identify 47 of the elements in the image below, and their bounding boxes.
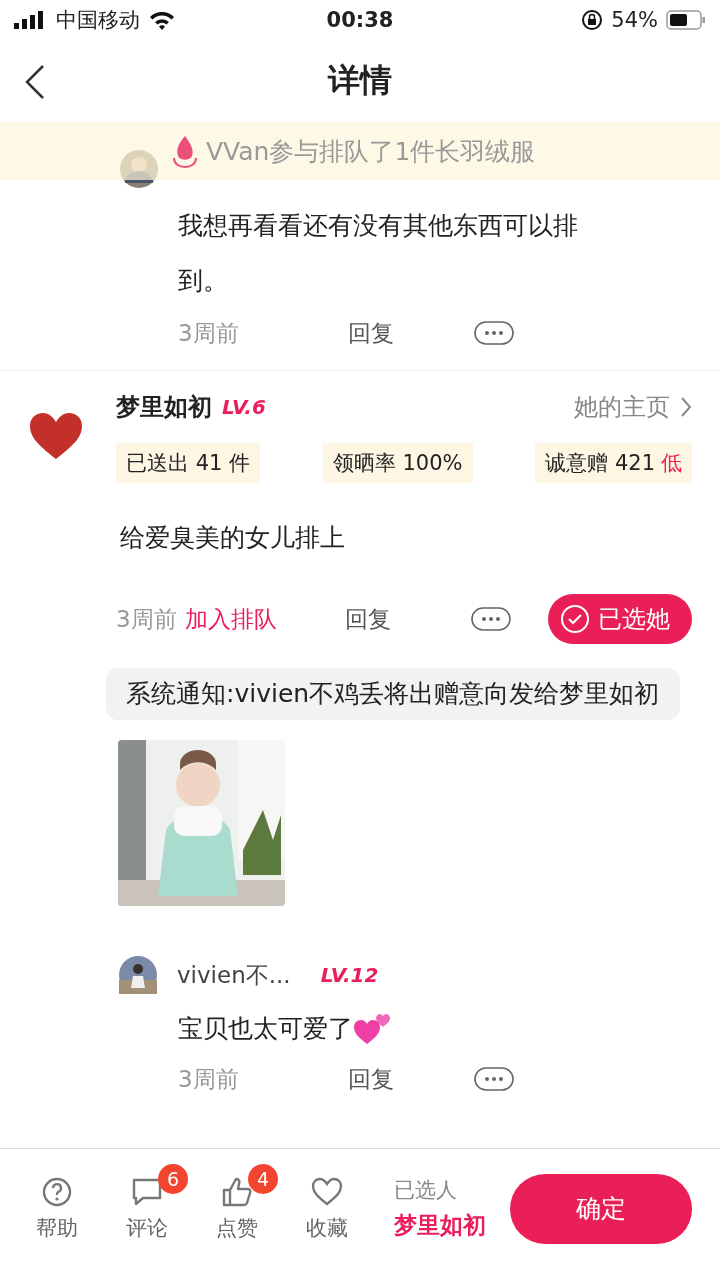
chosen-label: 已选人 — [394, 1177, 458, 1204]
wifi-icon — [148, 10, 176, 30]
help-icon — [41, 1175, 73, 1208]
reply-link[interactable]: 回复 — [348, 317, 474, 349]
heart-icon — [311, 1175, 343, 1208]
carrier-name: 中国移动 — [56, 7, 140, 34]
toolbar-button[interactable]: 帮助 — [22, 1175, 92, 1242]
confirm-button[interactable]: 确定 — [510, 1173, 692, 1244]
more-icon[interactable] — [474, 321, 514, 345]
stat-text: 诚意赠 421 — [545, 450, 655, 477]
count-badge: 4 — [248, 1163, 278, 1194]
check-circle-icon — [560, 604, 590, 634]
comment-time: 3周前 — [178, 1064, 240, 1094]
comment-text: 给爱臭美的女儿排上 — [120, 522, 346, 554]
page-title: 详情 — [328, 60, 392, 101]
flame-icon — [170, 134, 200, 168]
user-name: 梦里如初 — [116, 392, 212, 423]
system-notice: 系统通知:vivien不鸡丢将出赠意向发给梦里如初 — [106, 668, 680, 720]
stat-text: 已送出 41 件 — [126, 450, 251, 477]
low-label: 低 — [661, 450, 682, 477]
user-name: vivien不... — [177, 960, 291, 990]
level-label: LV.6 — [222, 395, 266, 419]
stat-text: 领晒率 100% — [332, 450, 463, 477]
rotation-lock-icon — [581, 9, 604, 31]
select-button[interactable]: 已选她 — [548, 594, 692, 644]
chevron-icon — [680, 396, 692, 418]
battery-percent: 54% — [611, 8, 658, 32]
comment-time: 3周前 — [178, 318, 240, 348]
battery-icon — [666, 10, 706, 30]
toolbar-button[interactable]: 收藏 — [292, 1175, 362, 1242]
more-icon[interactable] — [474, 1067, 514, 1091]
chosen-name: 梦里如初 — [394, 1211, 486, 1240]
comment-time: 3周前 — [116, 604, 177, 634]
comment-text: 宝贝也太可爱了 — [178, 1012, 353, 1045]
more-icon[interactable] — [470, 607, 511, 631]
back-icon[interactable] — [24, 64, 46, 100]
thumbs-up-icon — [221, 1175, 253, 1208]
homepage-link[interactable]: 她的主页 — [574, 391, 692, 423]
comment-text: 我想再看看还有没有其他东西可以排到。 — [178, 210, 579, 297]
level-label: LV.12 — [320, 963, 379, 987]
count-badge: 6 — [158, 1163, 188, 1194]
heart-avatar-icon — [28, 411, 84, 461]
banner-text: VVan参与排队了1件长羽绒服 — [206, 135, 536, 168]
join-queue-link[interactable]: 加入排队 — [184, 603, 345, 635]
reply-link[interactable]: 回复 — [348, 1063, 474, 1095]
reply-link[interactable]: 回复 — [344, 603, 471, 635]
clock-time: 00:38 — [326, 8, 394, 32]
